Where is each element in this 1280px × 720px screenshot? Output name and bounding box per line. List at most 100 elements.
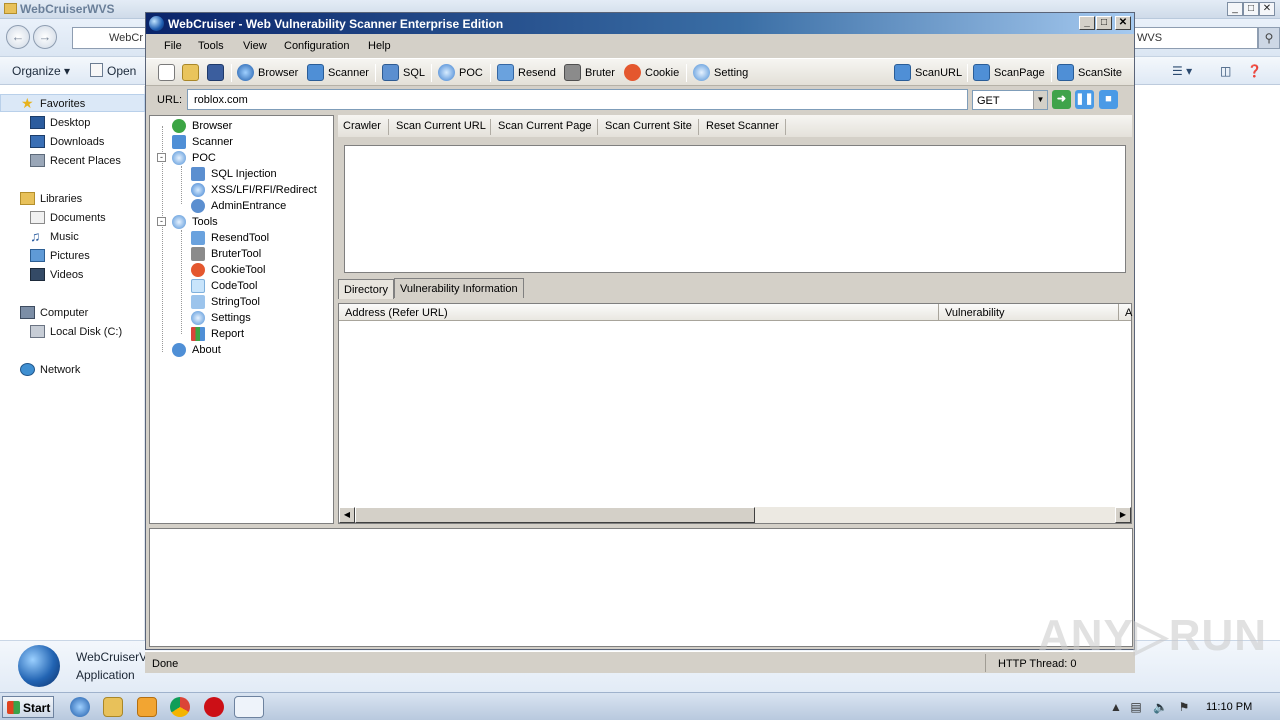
nav-local-disk[interactable]: Local Disk (C:) (0, 323, 145, 341)
column-address[interactable]: Address (Refer URL) (339, 304, 939, 321)
nav-computer[interactable]: Computer (0, 304, 145, 322)
scroll-right-icon[interactable]: ▶ (1115, 507, 1131, 523)
menu-tools[interactable]: Tools (198, 40, 224, 52)
crawler-button[interactable]: Crawler (343, 120, 381, 132)
clock[interactable]: 11:10 PM (1206, 701, 1252, 713)
scan-log-area[interactable] (344, 145, 1126, 273)
media-player-icon[interactable] (137, 697, 157, 717)
toolbar-cookie-button[interactable]: Cookie (624, 63, 680, 83)
view-options-icon[interactable]: ☰ ▾ (1172, 64, 1192, 78)
back-button[interactable]: ← (6, 25, 30, 49)
stop-button[interactable]: ■ (1099, 90, 1118, 109)
reset-scanner-button[interactable]: Reset Scanner (706, 120, 779, 132)
tab-directory[interactable]: Directory (338, 279, 395, 299)
nav-music[interactable]: ♫ Music (0, 228, 145, 246)
database-icon (191, 167, 205, 181)
nav-videos[interactable]: Videos (0, 266, 145, 284)
column-vulnerability[interactable]: Vulnerability (939, 304, 1119, 321)
nav-desktop-label: Desktop (50, 117, 91, 129)
tab-vulnerability-information[interactable]: Vulnerability Information (394, 278, 524, 298)
nav-recent-places[interactable]: Recent Places (0, 152, 145, 170)
forward-button[interactable]: → (33, 25, 57, 49)
nav-local-disk-label: Local Disk (C:) (50, 326, 123, 338)
go-button[interactable]: ➜ (1052, 90, 1071, 109)
action-center-flag-icon[interactable]: ⚑ (1177, 700, 1191, 714)
nav-network[interactable]: Network (0, 361, 145, 379)
toolbar-browser-button[interactable]: Browser (237, 63, 299, 83)
results-list[interactable]: Address (Refer URL) Vulnerability A ◀ ▶ (338, 303, 1132, 524)
anyrun-watermark: ANY▷RUN (1038, 611, 1268, 660)
network-status-icon[interactable]: ▤ (1129, 700, 1143, 714)
nav-downloads[interactable]: Downloads (0, 133, 145, 151)
toolbar-bruter-button[interactable]: Bruter (564, 63, 616, 83)
volume-icon[interactable]: 🔈 (1153, 700, 1168, 714)
explorer-maximize-button[interactable]: □ (1243, 2, 1259, 16)
nav-recent-label: Recent Places (50, 155, 121, 167)
save-button[interactable] (207, 63, 225, 83)
explorer-minimize-button[interactable]: _ (1227, 2, 1243, 16)
browser-pane[interactable] (149, 528, 1133, 647)
nav-documents[interactable]: Documents (0, 209, 145, 227)
toolbar-scanpage-button[interactable]: ScanPage (973, 63, 1045, 83)
explorer-close-button[interactable]: ✕ (1259, 2, 1275, 16)
globe-icon (18, 645, 60, 687)
opera-icon[interactable] (204, 697, 224, 717)
maximize-button[interactable]: □ (1096, 16, 1112, 30)
help-icon[interactable]: ❓ (1247, 64, 1262, 78)
http-method-select[interactable]: GET ▼ (972, 90, 1048, 110)
preview-pane-icon[interactable]: ◫ (1220, 64, 1231, 78)
nav-desktop[interactable]: Desktop (0, 114, 145, 132)
toolbar-scansite-button[interactable]: ScanSite (1057, 63, 1123, 83)
menu-configuration[interactable]: Configuration (284, 40, 349, 52)
menu-file[interactable]: File (164, 40, 182, 52)
search-icon[interactable]: ⚲ (1258, 27, 1280, 49)
open-button[interactable]: Open (107, 64, 136, 78)
column-extra[interactable]: A (1119, 304, 1132, 321)
nav-favorites[interactable]: ★ Favorites (0, 94, 145, 112)
toolbar-setting-button[interactable]: Setting (693, 63, 753, 83)
close-button[interactable]: ✕ (1115, 16, 1131, 30)
url-label: URL: (157, 94, 183, 106)
scroll-left-icon[interactable]: ◀ (339, 507, 355, 523)
open-button[interactable] (182, 63, 200, 83)
nav-pictures[interactable]: Pictures (0, 247, 145, 265)
music-icon: ♫ (30, 228, 41, 244)
new-button[interactable] (158, 63, 176, 83)
nav-music-label: Music (50, 231, 79, 243)
toolbar-sql-button[interactable]: SQL (382, 63, 425, 83)
menu-help[interactable]: Help (368, 40, 391, 52)
scan-current-site-button[interactable]: Scan Current Site (605, 120, 692, 132)
explorer-taskbar-icon[interactable] (103, 697, 123, 717)
collapse-icon[interactable]: - (157, 217, 166, 226)
nav-network-label: Network (40, 364, 81, 376)
webcruiser-taskbar-button[interactable] (234, 696, 264, 718)
menu-view[interactable]: View (243, 40, 267, 52)
minimize-button[interactable]: _ (1079, 16, 1095, 30)
search-input[interactable]: WVS (1134, 27, 1258, 49)
show-hidden-icons-icon[interactable]: ▲ (1109, 700, 1123, 714)
toolbar-resend-button[interactable]: Resend (497, 63, 557, 83)
chrome-icon[interactable] (170, 697, 190, 717)
scrollbar-thumb[interactable] (355, 507, 755, 523)
nav-libraries[interactable]: Libraries (0, 190, 145, 208)
start-button[interactable]: Start (2, 696, 54, 718)
internet-explorer-icon[interactable] (70, 697, 90, 717)
address-bar[interactable]: WebCr (72, 27, 148, 49)
scan-current-page-button[interactable]: Scan Current Page (498, 120, 592, 132)
pause-button[interactable]: ❚❚ (1075, 90, 1094, 109)
collapse-icon[interactable]: - (157, 153, 166, 162)
desktop-icon (30, 116, 45, 129)
scan-site-icon (1057, 64, 1074, 81)
details-file-type: Application (76, 668, 135, 682)
toolbar-scanner-button[interactable]: Scanner (307, 63, 371, 83)
organize-button[interactable]: Organize ▾ (12, 64, 70, 78)
nav-favorites-label: Favorites (40, 98, 86, 110)
toolbar-scanurl-button[interactable]: ScanURL (894, 63, 962, 83)
scan-current-url-button[interactable]: Scan Current URL (396, 120, 486, 132)
nav-documents-label: Documents (50, 212, 106, 224)
toolbar-poc-button[interactable]: POC (438, 63, 484, 83)
toolbar-separator (388, 119, 389, 135)
database-icon (382, 64, 399, 81)
horizontal-scrollbar[interactable]: ◀ ▶ (339, 507, 1131, 523)
url-input[interactable]: roblox.com (187, 89, 968, 110)
